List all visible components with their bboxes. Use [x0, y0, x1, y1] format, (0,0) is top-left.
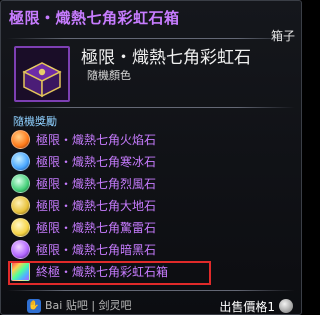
dark-gem-icon	[11, 239, 30, 259]
sell-price-label: 出售價格1	[219, 300, 275, 314]
paw-icon: ✋	[27, 299, 41, 313]
footer-divider	[7, 290, 295, 291]
silver-coin-icon	[279, 299, 293, 313]
item-tooltip: 極限・熾熱七角彩虹石箱 箱子 極限・熾熱七角彩虹石 隨機顏色 隨機獎勵 極限・熾…	[0, 0, 302, 315]
watermark-text: Bai 贴吧 | 剑灵吧	[45, 299, 132, 312]
reward-item: 極限・熾熱七角寒冰石	[11, 150, 301, 172]
title-divider	[7, 38, 295, 39]
reward-list: 極限・熾熱七角火焰石 極限・熾熱七角寒冰石 極限・熾熱七角烈風石 極限・熾熱七角…	[11, 128, 301, 282]
section-divider	[7, 107, 295, 108]
reward-label: 極限・熾熱七角大地石	[36, 198, 157, 213]
reward-label: 極限・熾熱七角寒冰石	[36, 154, 157, 169]
item-type-label: 箱子	[270, 29, 295, 43]
wind-gem-icon	[11, 173, 30, 193]
item-name: 極限・熾熱七角彩虹石	[81, 48, 251, 68]
treasure-chest-icon	[14, 46, 70, 102]
earth-gem-icon	[11, 195, 30, 215]
reward-label: 極限・熾熱七角火焰石	[36, 132, 157, 147]
thunder-gem-icon	[11, 217, 30, 237]
reward-item: 極限・熾熱七角烈風石	[11, 172, 301, 194]
reward-label: 極限・熾熱七角烈風石	[36, 176, 157, 191]
tooltip-title: 極限・熾熱七角彩虹石箱	[9, 9, 180, 27]
ice-gem-icon	[11, 151, 30, 171]
reward-item: 極限・熾熱七角暗黑石	[11, 238, 301, 260]
highlight-box	[8, 261, 211, 285]
reward-item: 極限・熾熱七角驚雷石	[11, 216, 301, 238]
reward-item: 極限・熾熱七角大地石	[11, 194, 301, 216]
reward-label: 極限・熾熱七角驚雷石	[36, 220, 157, 235]
watermark: ✋ Bai 贴吧 | 剑灵吧	[27, 297, 132, 313]
item-subtitle: 隨機顏色	[87, 69, 131, 82]
reward-item: 極限・熾熱七角火焰石	[11, 128, 301, 150]
reward-label: 極限・熾熱七角暗黑石	[36, 242, 157, 257]
random-rewards-label: 隨機獎勵	[13, 115, 57, 128]
fire-gem-icon	[11, 129, 30, 149]
